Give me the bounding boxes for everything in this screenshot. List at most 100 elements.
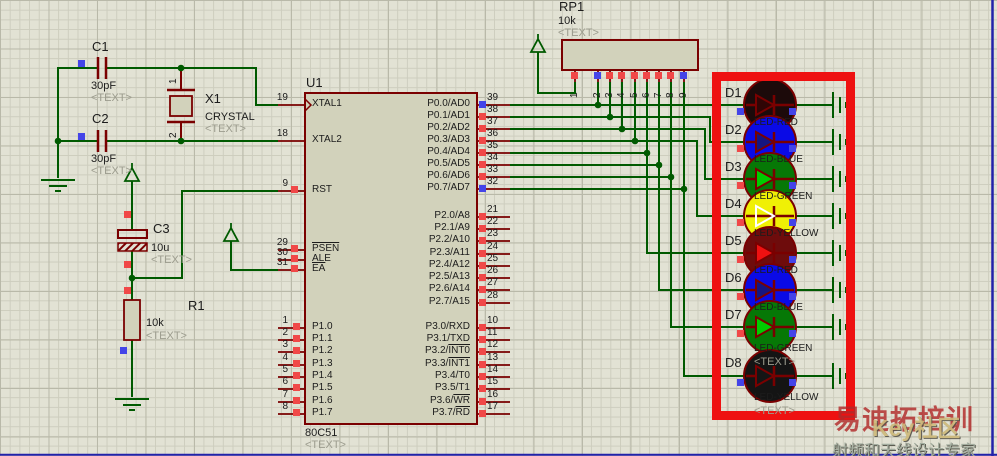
pin-marker: [789, 108, 796, 115]
pin-number: 8: [282, 401, 288, 412]
resistor-r1[interactable]: [123, 299, 141, 341]
pin-name: RST: [312, 184, 332, 195]
c3-value: 10u: [151, 242, 170, 254]
pin-marker: [479, 299, 486, 306]
rp1-pin-number: 6: [641, 92, 652, 98]
c1-value: 30pF: [91, 80, 117, 92]
pin-marker: [293, 409, 300, 416]
c3-ref: C3: [153, 221, 170, 236]
pin-marker: [643, 72, 650, 79]
pin-number: 3: [282, 339, 288, 350]
pin-name: P2.4/A12: [428, 259, 470, 270]
pin-name: P0.3/AD3: [427, 134, 470, 145]
c2-text: <TEXT>: [91, 165, 132, 177]
x1-ref: X1: [205, 91, 221, 106]
pin-marker: [293, 384, 300, 391]
c2-value: 30pF: [91, 153, 117, 165]
u1-ref: U1: [306, 75, 323, 90]
pin-name: P3.7/RD: [432, 407, 470, 418]
pin-name: P2.1/A9: [434, 222, 470, 233]
pin-number: 4: [282, 352, 288, 363]
pin-marker: [479, 348, 486, 355]
pin-marker: [789, 145, 796, 152]
capacitor-c3[interactable]: [117, 229, 148, 252]
pin-marker: [291, 186, 298, 193]
resistor-pack-rp1[interactable]: [561, 39, 699, 82]
c3-text: <TEXT>: [151, 254, 192, 266]
power-arrow-icon: [222, 223, 240, 242]
pin-marker: [293, 335, 300, 342]
d3-model: LED-GREEN: [754, 191, 813, 202]
pin-marker: [293, 347, 300, 354]
pin-number: 37: [487, 116, 499, 127]
ground-icon: [832, 314, 847, 340]
pin-name: P3.5/T1: [434, 382, 470, 393]
ground-icon: [832, 92, 847, 118]
x1-value: CRYSTAL: [205, 111, 255, 123]
d5-model: LED-RED: [754, 265, 798, 276]
pin-marker: [291, 265, 298, 272]
pin-marker: [479, 274, 486, 281]
pin-number: 5: [282, 364, 288, 375]
d5-ref: D5: [725, 233, 742, 248]
pin-name: P1.4: [312, 370, 333, 381]
capacitor-c1[interactable]: [96, 57, 108, 79]
d7-ref: D7: [725, 307, 742, 322]
pin-marker: [479, 161, 486, 168]
d1-ref: D1: [725, 85, 742, 100]
pin-marker: [293, 397, 300, 404]
pin-number: 36: [487, 128, 499, 139]
rp1-pin-number: 9: [678, 92, 689, 98]
pin-marker: [479, 373, 486, 380]
pin-marker: [789, 219, 796, 226]
ground-icon: [41, 179, 75, 192]
pin-marker: [737, 293, 744, 300]
d8-ref: D8: [725, 355, 742, 370]
d3-ref: D3: [725, 159, 742, 174]
pin-marker: [479, 125, 486, 132]
pin-marker: [479, 173, 486, 180]
pin-number: 33: [487, 164, 499, 175]
pin-name: P2.2/A10: [428, 234, 470, 245]
pin-marker: [737, 379, 744, 386]
pin-number: 34: [487, 152, 499, 163]
x1-pin1-number: 1: [168, 78, 179, 84]
pin-number: 17: [487, 401, 499, 412]
pin-name: P2.3/A11: [429, 247, 470, 258]
rp1-pin-number: 1: [569, 92, 580, 98]
power-arrow-icon: [529, 34, 547, 53]
pin-marker: [606, 72, 613, 79]
rp1-pin-number: 5: [629, 92, 640, 98]
pin-name: P1.5: [312, 382, 333, 393]
pin-number: 27: [487, 277, 499, 288]
ground-icon: [832, 240, 847, 266]
pin-name: P0.7/AD7: [427, 182, 470, 193]
rp1-pin-number: 7: [653, 92, 664, 98]
pin-name: P2.5/A13: [428, 271, 470, 282]
pin-number: 9: [282, 178, 288, 189]
pin-name: P1.0: [312, 321, 333, 332]
pin-marker: [479, 410, 486, 417]
pin-marker: [78, 133, 85, 140]
r1-text: <TEXT>: [146, 330, 187, 342]
rp1-pin-number: 3: [604, 92, 615, 98]
pin-number: 26: [487, 265, 499, 276]
ground-icon: [832, 363, 847, 389]
pin-marker: [293, 372, 300, 379]
pin-marker: [479, 286, 486, 293]
schematic-canvas: [0, 0, 997, 456]
pin-marker: [293, 360, 300, 367]
r1-ref: R1: [188, 298, 205, 313]
pin-marker: [479, 262, 486, 269]
d2-model: LED-BLUE: [754, 154, 803, 165]
pin-number: 39: [487, 92, 499, 103]
pin-name: P0.2/AD2: [427, 122, 470, 133]
pin-number: 38: [487, 104, 499, 115]
wire-led-cathodes: [796, 104, 833, 377]
pin-marker: [291, 255, 298, 262]
pin-number: 21: [487, 204, 499, 215]
pin-number: 2: [282, 327, 288, 338]
pin-number: 25: [487, 253, 499, 264]
rp1-pin-number: 8: [665, 92, 676, 98]
capacitor-c2[interactable]: [96, 130, 108, 152]
